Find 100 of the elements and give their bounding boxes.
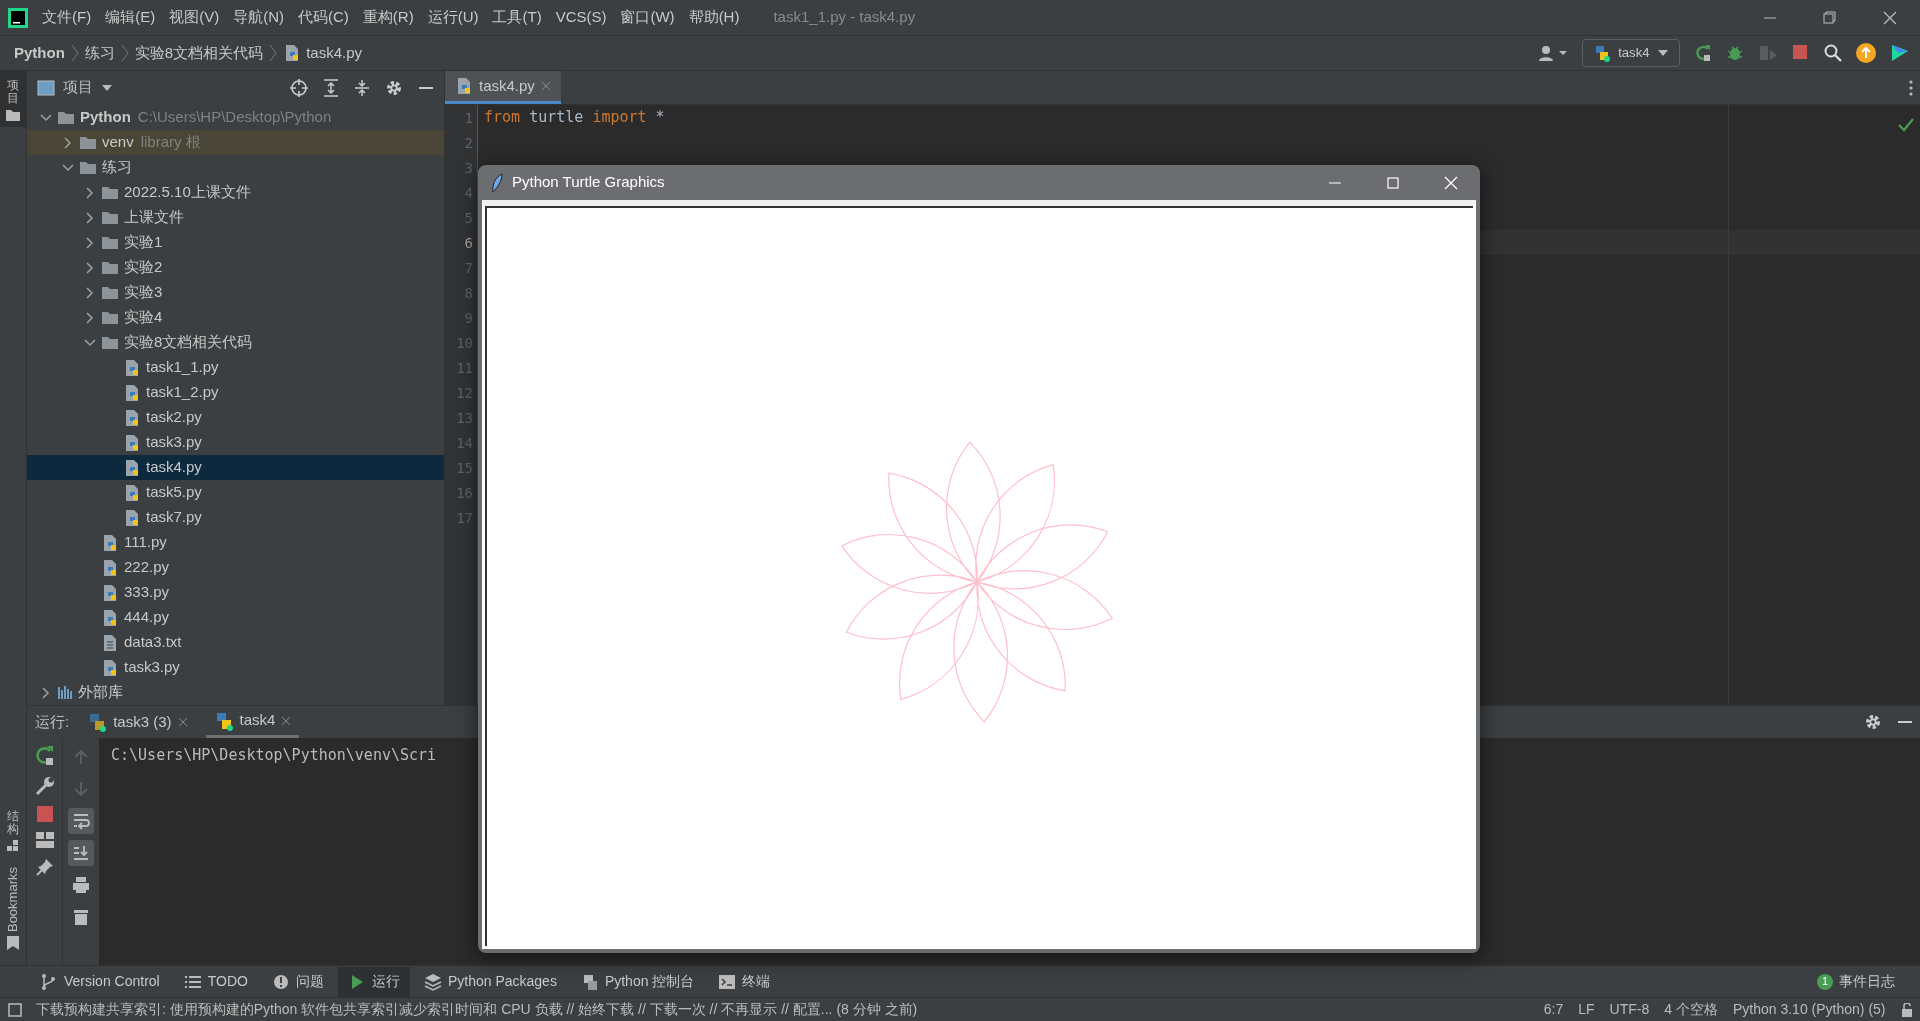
tree-item[interactable]: 222.py: [27, 555, 444, 580]
tree-item[interactable]: task7.py: [27, 505, 444, 530]
tree-item[interactable]: 上课文件: [27, 205, 444, 230]
tool-window-tab[interactable]: Python Packages: [413, 966, 567, 997]
breadcrumb-item[interactable]: 实验8文档相关代码: [134, 41, 264, 65]
panel-icon: [37, 79, 55, 96]
tool-window-tab[interactable]: 终端: [708, 966, 781, 997]
plugin-logo-icon[interactable]: [1890, 43, 1910, 63]
close-icon[interactable]: [281, 715, 292, 726]
app-logo-icon[interactable]: [8, 7, 28, 28]
tool-window-tab[interactable]: Python 控制台: [570, 966, 705, 997]
breadcrumb-item[interactable]: 练习: [84, 41, 115, 65]
bug-icon[interactable]: [1726, 44, 1744, 62]
tool-window-tab[interactable]: 运行: [337, 966, 410, 997]
update-icon[interactable]: [1856, 43, 1876, 63]
run-tab[interactable]: task3 (3): [79, 706, 196, 738]
rerun-icon[interactable]: [1694, 44, 1712, 62]
run-config-dropdown[interactable]: task4: [1581, 39, 1680, 67]
tree-item[interactable]: 111.py: [27, 530, 444, 555]
tool-window-tab[interactable]: Version Control: [30, 966, 170, 997]
soft-wrap-icon[interactable]: [72, 812, 90, 830]
status-message[interactable]: 下载预构建共享索引: 使用预构建的Python 软件包共享索引减少索引时间和 CPU 负载 // 始终下载 // 下载一次 // 不再显示 // 配置... (8 分钟 之前): [36, 999, 918, 1020]
status-item[interactable]: Python 3.10 (Python) (5): [1732, 999, 1886, 1020]
menu-item[interactable]: 代码(C): [298, 6, 349, 29]
settings-icon[interactable]: [1863, 713, 1882, 731]
tree-item[interactable]: 外部库: [27, 680, 444, 705]
menu-item[interactable]: 视图(V): [169, 6, 220, 29]
menu-item[interactable]: 运行(U): [427, 6, 479, 29]
menu-item[interactable]: 工具(T): [492, 6, 542, 29]
menu-item[interactable]: 窗口(W): [620, 6, 675, 29]
bookmark-icon: [7, 936, 19, 950]
tree-item[interactable]: 实验4: [27, 305, 444, 330]
python-file-icon: [123, 383, 141, 402]
print-icon[interactable]: [72, 876, 90, 894]
tree-item[interactable]: task1_2.py: [27, 380, 444, 405]
locate-icon[interactable]: [290, 78, 308, 97]
expand-all-icon[interactable]: [323, 78, 339, 97]
tree-item[interactable]: task1_1.py: [27, 355, 444, 380]
caret-icon[interactable]: [101, 83, 113, 92]
menu-item[interactable]: 重构(R): [362, 6, 414, 29]
stop-icon[interactable]: [1792, 44, 1810, 62]
user-icon[interactable]: [1537, 44, 1568, 62]
tree-item[interactable]: 实验8文档相关代码: [27, 330, 444, 355]
menu-item[interactable]: VCS(S): [555, 6, 607, 29]
tree-item[interactable]: 333.py: [27, 580, 444, 605]
tree-item[interactable]: 444.py: [27, 605, 444, 630]
rerun-icon[interactable]: [34, 746, 55, 766]
tool-window-tab[interactable]: 问题: [261, 966, 334, 997]
tree-item[interactable]: 练习: [27, 155, 444, 180]
status-item[interactable]: 4 个空格: [1664, 999, 1718, 1020]
python-file-icon: [123, 408, 141, 427]
python-file-icon: [455, 77, 473, 95]
tree-item[interactable]: data3.txt: [27, 630, 444, 655]
stop-icon[interactable]: [36, 806, 53, 822]
bookmarks-tool-tab[interactable]: Bookmarks: [3, 867, 23, 933]
pin-icon[interactable]: [35, 858, 54, 876]
collapse-all-icon[interactable]: [354, 78, 370, 97]
editor-tab[interactable]: task4.py: [445, 71, 561, 104]
wrench-icon[interactable]: [34, 776, 55, 796]
search-icon[interactable]: [1824, 44, 1842, 62]
tree-item[interactable]: 实验1: [27, 230, 444, 255]
status-item[interactable]: LF: [1578, 999, 1595, 1020]
tree-item[interactable]: task5.py: [27, 480, 444, 505]
tree-item[interactable]: 实验2: [27, 255, 444, 280]
folder-icon: [101, 209, 119, 226]
panel-title[interactable]: 项目: [63, 76, 93, 99]
lock-icon[interactable]: [1900, 1002, 1913, 1017]
panel-toggle-icon[interactable]: [8, 1002, 22, 1017]
more-icon[interactable]: [1908, 79, 1913, 96]
menu-item[interactable]: 帮助(H): [688, 6, 740, 29]
trash-icon[interactable]: [72, 908, 90, 926]
python-file-icon: [101, 583, 119, 602]
python-file-icon: [123, 508, 141, 527]
menu-item[interactable]: 编辑(E): [105, 6, 156, 29]
close-icon[interactable]: [177, 717, 188, 727]
status-item[interactable]: UTF-8: [1609, 999, 1650, 1020]
settings-icon[interactable]: [385, 78, 403, 97]
run-label: 运行:: [35, 711, 70, 732]
folder-icon: [101, 259, 119, 276]
layout-icon[interactable]: [35, 832, 54, 848]
status-item[interactable]: 6:7: [1543, 999, 1564, 1020]
menu-item[interactable]: 文件(F): [42, 6, 92, 29]
chevron-icon: [269, 44, 278, 62]
tree-item[interactable]: 2022.5.10上课文件: [27, 180, 444, 205]
breadcrumb-item[interactable]: task4.py: [306, 41, 363, 65]
tree-item[interactable]: venv library 根: [27, 130, 444, 155]
event-log-button[interactable]: 1 事件日志: [1807, 966, 1905, 997]
tree-item[interactable]: task3.py: [27, 655, 444, 680]
structure-tool-tab[interactable]: 结构: [7, 810, 19, 837]
tree-item[interactable]: 实验3: [27, 280, 444, 305]
scroll-to-end-icon[interactable]: [72, 844, 90, 862]
close-icon[interactable]: [540, 81, 551, 91]
tree-item[interactable]: task4.py: [27, 455, 444, 480]
tree-item[interactable]: task2.py: [27, 405, 444, 430]
breadcrumb-item[interactable]: Python: [14, 41, 65, 65]
menu-item[interactable]: 导航(N): [233, 6, 284, 29]
tree-item[interactable]: Python C:\Users\HP\Desktop\Python: [27, 105, 444, 130]
layers-icon: [423, 972, 442, 991]
tool-window-tab[interactable]: TODO: [173, 966, 258, 997]
tree-item[interactable]: task3.py: [27, 430, 444, 455]
